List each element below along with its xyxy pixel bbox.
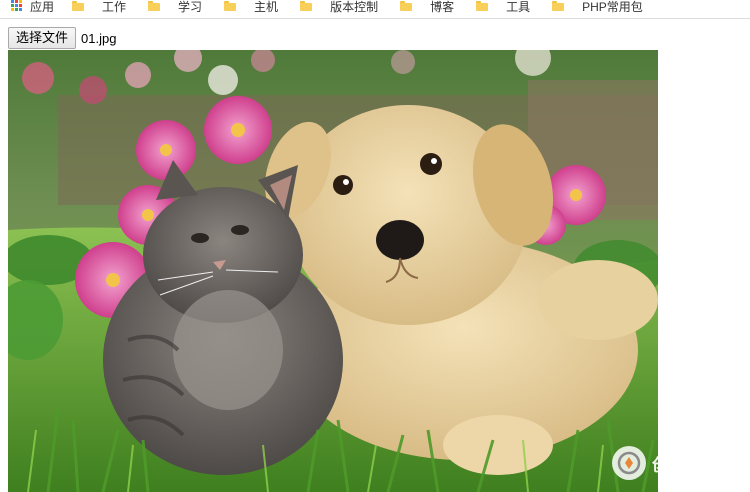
bookmark-label: 工作 (102, 0, 127, 14)
bookmark-folder-php-packages[interactable]: PHP常用包 (552, 0, 643, 15)
flower-icon (136, 120, 196, 180)
puppy-kitten-photo (8, 50, 658, 492)
folder-icon (476, 1, 489, 11)
apps-grid-icon[interactable] (11, 0, 23, 12)
bookmark-folder-version-control[interactable]: 版本控制 (300, 0, 378, 15)
file-input[interactable]: 选择文件 01.jpg (8, 27, 116, 49)
bookmark-folder-host[interactable]: 主机 (224, 0, 278, 15)
bookmark-folder-work[interactable]: 工作 (72, 0, 126, 15)
bookmark-apps[interactable]: 应用 (30, 0, 54, 15)
folder-icon (300, 1, 313, 11)
folder-icon (148, 1, 161, 11)
bookmark-label: 博客 (430, 0, 455, 14)
folder-icon (224, 1, 237, 11)
bookmark-folder-tools[interactable]: 工具 (476, 0, 530, 15)
watermark: 创新互联 (612, 446, 724, 480)
folder-icon (400, 1, 413, 11)
bookmark-label: 工具 (506, 0, 531, 14)
bookmark-label: 学习 (178, 0, 203, 14)
bookmark-label: PHP常用包 (582, 0, 643, 14)
folder-icon (72, 1, 85, 11)
watermark-text: 创新互联 (652, 455, 724, 476)
image-preview (8, 50, 658, 492)
watermark-logo-icon (612, 446, 646, 480)
folder-icon (552, 1, 565, 11)
bookmark-folder-study[interactable]: 学习 (148, 0, 202, 15)
flower-icon (204, 96, 272, 164)
bookmark-folder-blog[interactable]: 博客 (400, 0, 454, 15)
bookmark-label: 主机 (254, 0, 279, 14)
selected-file-name: 01.jpg (81, 30, 117, 46)
bookmark-label: 版本控制 (330, 0, 379, 14)
choose-file-button[interactable]: 选择文件 (8, 27, 77, 49)
bookmarks-bar: 应用 工作 学习 主机 版本控制 博客 工具 PHP常用包 (0, 0, 750, 19)
